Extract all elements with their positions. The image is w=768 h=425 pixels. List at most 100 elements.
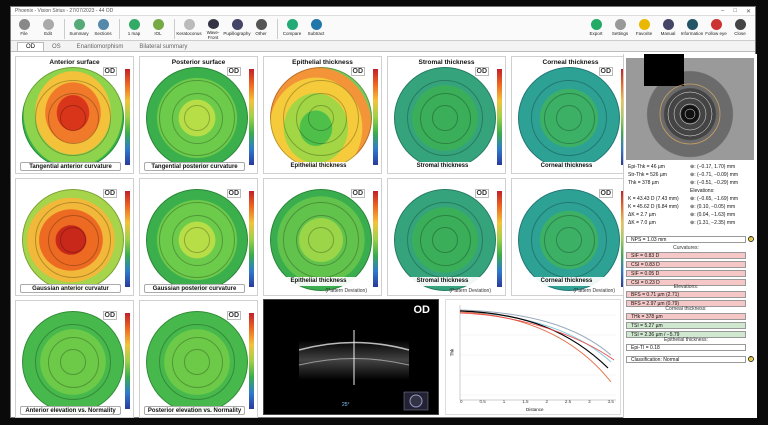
close-window-button[interactable]: ✕ [746,8,751,15]
toolbar-left-button-0[interactable]: File [13,17,35,40]
map-panel-2[interactable]: Posterior surface OD Tangential posterior … [139,56,258,174]
map-panel-9[interactable]: OD Stromal thickness (Pattern Deviation) [387,178,506,296]
map-ring [394,189,496,291]
minimize-button[interactable]: – [721,8,724,15]
color-scale-bar [125,69,130,165]
toolbar-left-button-2[interactable]: Summary [68,17,90,40]
param-left: Thk = 378 µm [628,180,659,186]
map-selector[interactable]: Gaussian posterior curvature [144,284,245,293]
toolbar-left-button-7[interactable]: Wave-Front [202,17,224,40]
map-panel-8[interactable]: OD Epithelial thickness (Pattern Deviation… [263,178,382,296]
toolbar-right-button-3[interactable]: Manual [657,17,679,40]
tab-bilateral-summary[interactable]: Bilateral summary [131,43,195,51]
topography-map [146,189,248,291]
map-subcaption: (Pattern Deviation) [449,288,491,294]
toolbar-label: Wave-Front [206,30,220,40]
map-panel-7[interactable]: OD Gaussian posterior curvature [139,178,258,296]
toolbar-left-button-3[interactable]: Sections [92,17,114,40]
topography-map [270,189,372,291]
toolbar-label: Close [734,31,746,36]
toolbar-left-button-4[interactable]: 1 map [123,17,145,40]
eye-label: OD [474,67,489,76]
map-selector: Stromal thickness [392,162,493,171]
oct-scan-image: OD 25° [263,299,439,415]
map-selector[interactable]: Gaussian anterior curvatur [20,284,121,293]
toolbar-label: Follow eye [705,31,727,36]
x-tick-label: 3 [588,399,591,404]
eye-label: OD [598,189,613,198]
toolbar-left-button-5[interactable]: IOL [147,17,169,40]
window-title: Phoenix - Vision Sirius - 27/07/2023 - 4… [15,8,114,14]
curv-index: SIF = 0.05 D [626,270,746,277]
keratoconus-icon [183,19,195,30]
toolbar-right-button-6[interactable]: Close [729,17,751,40]
map-ring [270,67,372,169]
map-title: Corneal thickness [542,59,599,66]
thk-index: THk = 378 µm [626,313,746,320]
map-panel-12[interactable]: OD Posterior elevation vs. Normality [139,300,258,418]
toolbar-right-button-0[interactable]: Export [585,17,607,40]
more-icon [255,19,267,30]
map-selector: Corneal thickness [516,277,617,286]
map-panel-4[interactable]: Stromal thickness OD Stromal thickness [387,56,506,174]
param-left: K = 43.43 D (7.43 mm) [628,196,679,202]
toolbar-label: Manual [660,31,676,36]
toolbar-left-button-10[interactable]: Compare [281,17,303,40]
toolbar-right-button-1[interactable]: Settings [609,17,631,40]
topography-map [22,311,124,413]
epithelial-thickness-header: Epithelial thickness: [664,337,708,343]
tab-enantiomorphism[interactable]: Enantiomorphism [69,43,132,51]
topography-map [146,67,248,169]
map-panel-10[interactable]: OD Corneal thickness (Pattern Deviation) [511,178,630,296]
map-panel-3[interactable]: Epithelial thickness OD Epithelial thickne… [263,56,382,174]
toolbar-right-button-5[interactable]: Follow eye [705,17,727,40]
toolbar-label: Pupillography [223,31,251,36]
map-panel-6[interactable]: OD Gaussian anterior curvatur [15,178,134,296]
elev-index: BFS = 0.71 µm (2.71) [626,291,746,298]
toolbar-left-button-11[interactable]: Subtract [305,17,327,40]
map-selector[interactable]: Anterior elevation vs. Normality [20,406,121,415]
side-panel: Epi-Thk = 46 µm ⊕: (−0.17, 1.70) mm Str-Th… [623,54,757,418]
x-tick-label: 2.5 [564,399,572,404]
toolbar-right-button-4[interactable]: Information [681,17,703,40]
tab-os[interactable]: OS [44,43,69,51]
toolbar-label: IOL [154,31,162,36]
export-icon [590,19,602,30]
x-tick-label: 0 [460,399,463,404]
eye-label: OD [350,189,365,198]
tab-od[interactable]: OD [17,42,44,51]
toolbar-left-button-6[interactable]: Keratoconus [176,17,202,40]
toolbar-left-button-8[interactable]: Pupillography [223,17,251,40]
map-selector[interactable]: Posterior elevation vs. Normality [144,406,245,415]
param-right: ⊕: (−0.17, 1.70) mm [690,164,736,170]
param-left: Epi-Thk = 46 µm [628,164,665,170]
map-icon [128,19,140,30]
curv-index: SIF = 0.83 D [626,252,746,259]
map-panel-5[interactable]: Corneal thickness OD Corneal thickness [511,56,630,174]
map-selector: Epithelial thickness [268,277,369,286]
manual-icon [662,19,674,30]
map-panel-1[interactable]: Anterior surface OD Tangential anterior cu… [15,56,134,174]
toolbar-left-button-9[interactable]: Other [250,17,272,40]
info-icon [686,19,698,30]
color-scale-bar [497,69,502,165]
topography-map [394,67,496,169]
topography-map [394,189,496,291]
map-selector[interactable]: Tangential anterior curvature [20,162,121,171]
toolbar-left-button-1[interactable]: Edit [37,17,59,40]
eye-tabs: OD OS Enantiomorphism Bilateral summary [11,41,755,52]
toolbar-separator [174,19,175,39]
topography-map [22,189,124,291]
classification-bar: Classification: Normal [626,356,746,363]
map-selector[interactable]: Tangential posterior curvature [144,162,245,171]
main-area: Anterior surface OD Tangential anterior cu… [11,54,757,418]
pupil-icon [231,19,243,30]
toolbar-label: Edit [44,31,52,36]
toolbar-label: Keratoconus [176,31,202,36]
thickness-profile-graph: 0 0.5 1 1.5 2 2.5 3 3.5 Distance Thk [445,299,621,415]
title-bar: Phoenix - Vision Sirius - 27/07/2023 - 4… [11,7,755,16]
toolbar-right-button-2[interactable]: Favorite [633,17,655,40]
maximize-button[interactable]: □ [733,8,737,15]
eye-label: OD [226,67,241,76]
map-panel-11[interactable]: OD Anterior elevation vs. Normality [15,300,134,418]
